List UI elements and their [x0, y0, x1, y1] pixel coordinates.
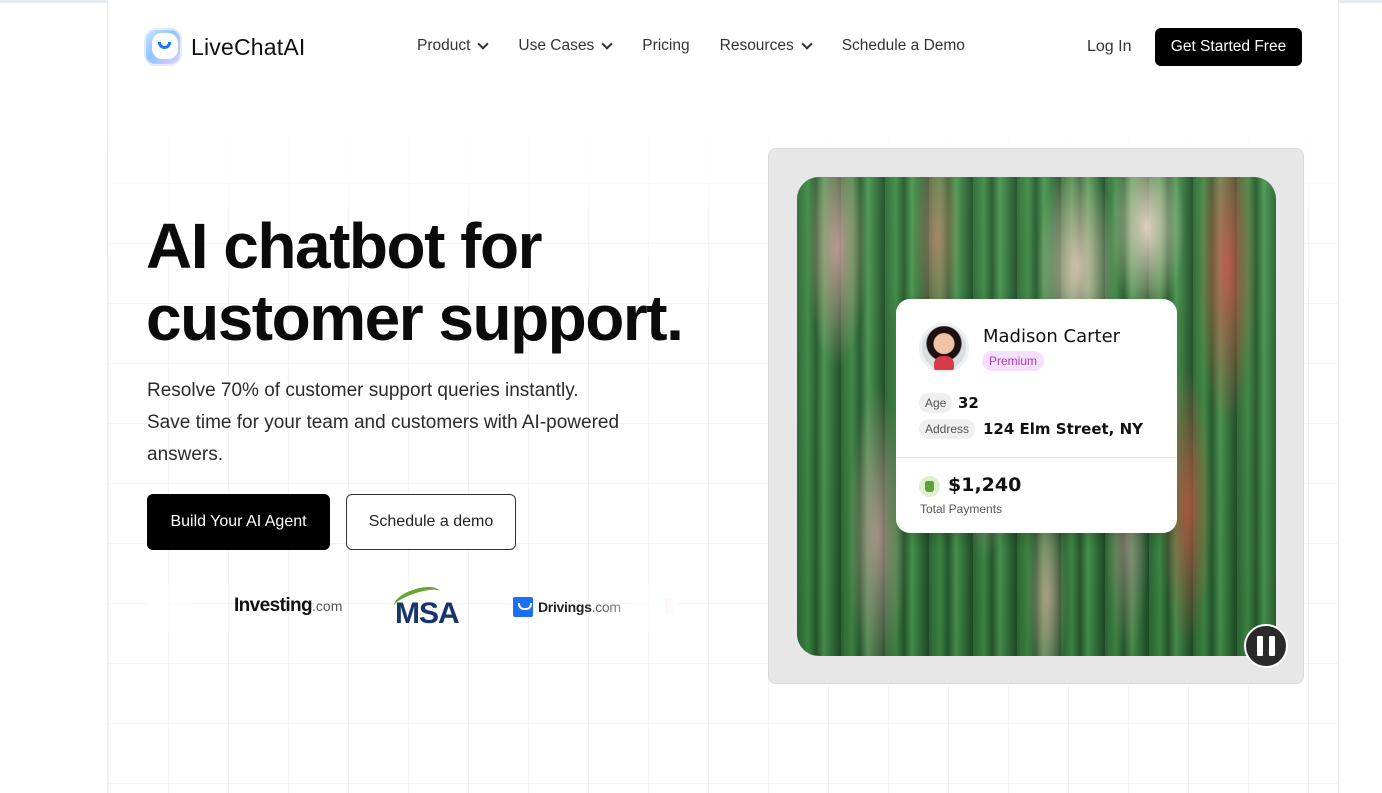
shopify-icon [919, 476, 940, 497]
hero-title: AI chatbot for customer support. [146, 210, 684, 354]
menu-item-schedule-demo[interactable]: Schedule a Demo [842, 37, 965, 55]
drivings-logo-icon [513, 597, 533, 617]
build-ai-agent-button[interactable]: Build Your AI Agent [147, 494, 330, 550]
schedule-demo-button[interactable]: Schedule a demo [346, 494, 516, 550]
address-label: Address [919, 419, 976, 439]
msa-logo: MSA [391, 583, 471, 630]
age-label: Age [919, 393, 953, 413]
chevron-down-icon [477, 37, 490, 50]
total-payments-amount: $1,240 [948, 474, 1022, 496]
address-value: 124 Elm Street, NY [983, 420, 1143, 438]
customer-profile-card: Madison Carter Premium Age 32 Address 12… [896, 299, 1177, 533]
age-value: 32 [958, 394, 979, 412]
menu-item-resources[interactable]: Resources [720, 37, 813, 55]
pause-icon[interactable] [1244, 624, 1288, 668]
investing-logo: Investing.com [234, 595, 343, 616]
partial-logo [665, 598, 673, 614]
menu-item-use-cases[interactable]: Use Cases [518, 37, 613, 55]
customer-name: Madison Carter [983, 326, 1121, 347]
total-payments-label: Total Payments [920, 502, 1003, 516]
menu-item-pricing[interactable]: Pricing [642, 37, 689, 55]
main-menu: Product Use Cases Pricing Resources Sche… [417, 37, 965, 55]
login-link[interactable]: Log In [1087, 38, 1131, 56]
menu-item-product[interactable]: Product [417, 37, 490, 55]
tier-badge: Premium [982, 351, 1045, 371]
top-navigation: LiveChatAI Product Use Cases Pricing Res… [0, 0, 1382, 94]
card-divider [896, 457, 1177, 458]
brand-logo-icon [144, 28, 182, 66]
get-started-button[interactable]: Get Started Free [1155, 28, 1302, 66]
chevron-down-icon [801, 37, 813, 50]
drivings-logo: Drivings.com [513, 597, 621, 617]
brand-name: LiveChatAI [191, 33, 306, 60]
customer-logos: Investing.com MSA Drivings.com [147, 583, 677, 633]
brand-logo[interactable]: LiveChatAI [144, 28, 306, 66]
avatar [919, 323, 969, 373]
chevron-down-icon [601, 37, 613, 50]
hero-subtitle: Resolve 70% of customer support queries … [147, 380, 620, 465]
